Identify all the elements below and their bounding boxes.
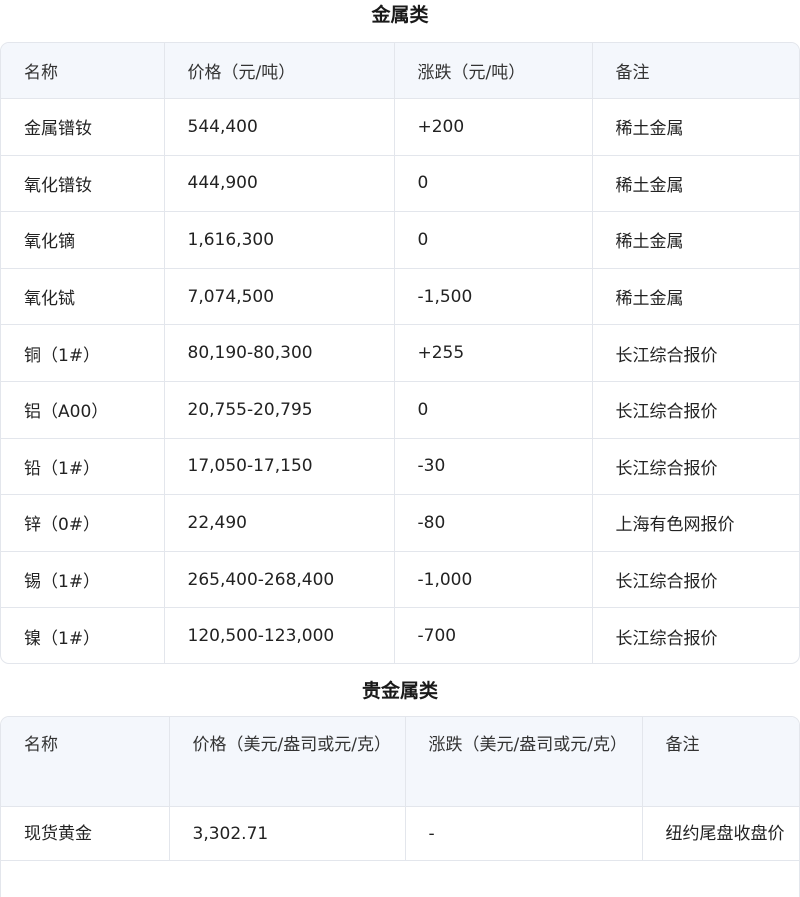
cell-change: 0 — [394, 211, 593, 269]
cell-price: 265,400-268,400 — [164, 551, 395, 609]
col-header-change: 涨跌（美元/盎司或元/克） — [405, 717, 643, 807]
cell-note: 稀土金属 — [592, 98, 799, 156]
cell-change: 0 — [394, 155, 593, 213]
col-header-price: 价格（美元/盎司或元/克） — [169, 717, 406, 807]
table-row: 锌（0#） 22,490 -80 上海有色网报价 — [1, 494, 799, 552]
table-header-row: 名称 价格（元/吨） 涨跌（元/吨） 备注 — [1, 43, 799, 99]
cell-note: 长江综合报价 — [592, 438, 799, 496]
cell-change: -1,000 — [394, 551, 593, 609]
cell-note: 长江综合报价 — [592, 324, 799, 382]
cell-note: 长江综合报价 — [592, 551, 799, 609]
cell-price: 80,190-80,300 — [164, 324, 395, 382]
metals-table-container: 名称 价格（元/吨） 涨跌（元/吨） 备注 金属镨钕 544,400 +200 … — [0, 42, 800, 664]
section-title-precious-metals: 贵金属类 — [361, 680, 438, 702]
table-row: 锡（1#） 265,400-268,400 -1,000 长江综合报价 — [1, 551, 799, 609]
table-row: 氧化镝 1,616,300 0 稀土金属 — [1, 211, 799, 269]
col-header-price: 价格（元/吨） — [164, 43, 395, 99]
table-row: 铝（A00） 20,755-20,795 0 长江综合报价 — [1, 381, 799, 439]
cell-price: 17,050-17,150 — [164, 438, 395, 496]
cell-change: -30 — [394, 438, 593, 496]
cell-name: 现货黄金 — [1, 806, 170, 861]
cell-price: 22,490 — [164, 494, 395, 552]
cell-name: 铝（A00） — [1, 381, 165, 439]
cell-name: 锡（1#） — [1, 551, 165, 609]
table-row: 现货黄金 3,302.71 - 纽约尾盘收盘价 — [1, 806, 799, 861]
col-header-name: 名称 — [1, 43, 165, 99]
cell-name: 金属镨钕 — [1, 98, 165, 156]
cell-note: 长江综合报价 — [592, 381, 799, 439]
cell-note: 稀土金属 — [592, 155, 799, 213]
cell-name: 铜（1#） — [1, 324, 165, 382]
table-row: 氧化镨钕 444,900 0 稀土金属 — [1, 155, 799, 213]
cell-note: 上海有色网报价 — [592, 494, 799, 552]
cell-change: +200 — [394, 98, 593, 156]
cell-name: 镍（1#） — [1, 607, 165, 663]
cell-price: 20,755-20,795 — [164, 381, 395, 439]
cell-name: 铅（1#） — [1, 438, 165, 496]
cell-note: 纽约尾盘收盘价 — [642, 806, 799, 861]
cell-price: 120,500-123,000 — [164, 607, 395, 663]
cell-change: 0 — [394, 381, 593, 439]
cell-change: +255 — [394, 324, 593, 382]
precious-table-container: 名称 价格（美元/盎司或元/克） 涨跌（美元/盎司或元/克） 备注 现货黄金 3… — [0, 716, 800, 897]
cell-name: 氧化铽 — [1, 268, 165, 326]
table-row: 金属镨钕 544,400 +200 稀土金属 — [1, 98, 799, 156]
cell-change: -1,500 — [394, 268, 593, 326]
table-row: 氧化铽 7,074,500 -1,500 稀土金属 — [1, 268, 799, 326]
cell-price: 1,616,300 — [164, 211, 395, 269]
table-row: 铅（1#） 17,050-17,150 -30 长江综合报价 — [1, 438, 799, 496]
metals-table: 名称 价格（元/吨） 涨跌（元/吨） 备注 金属镨钕 544,400 +200 … — [1, 43, 799, 663]
section-title-metals: 金属类 — [371, 4, 429, 26]
col-header-name: 名称 — [1, 717, 170, 807]
cell-price: 444,900 — [164, 155, 395, 213]
cell-price: 7,074,500 — [164, 268, 395, 326]
cell-change: -80 — [394, 494, 593, 552]
cell-price: 544,400 — [164, 98, 395, 156]
cell-note: 稀土金属 — [592, 211, 799, 269]
cell-note: 稀土金属 — [592, 268, 799, 326]
table-row: 铜（1#） 80,190-80,300 +255 长江综合报价 — [1, 324, 799, 382]
col-header-note: 备注 — [642, 717, 799, 807]
table-row: 镍（1#） 120,500-123,000 -700 长江综合报价 — [1, 607, 799, 663]
cell-name: 氧化镨钕 — [1, 155, 165, 213]
cell-price: 3,302.71 — [169, 806, 406, 861]
precious-metals-table: 名称 价格（美元/盎司或元/克） 涨跌（美元/盎司或元/克） 备注 现货黄金 3… — [1, 717, 799, 861]
cell-note: 长江综合报价 — [615, 628, 718, 649]
col-header-note: 备注 — [592, 43, 799, 99]
cell-change: - — [405, 806, 643, 861]
cell-name: 锌（0#） — [1, 494, 165, 552]
cell-name: 氧化镝 — [1, 211, 165, 269]
cell-change: -700 — [394, 607, 593, 663]
col-header-change: 涨跌（元/吨） — [394, 43, 593, 99]
table-header-row: 名称 价格（美元/盎司或元/克） 涨跌（美元/盎司或元/克） 备注 — [1, 717, 799, 807]
